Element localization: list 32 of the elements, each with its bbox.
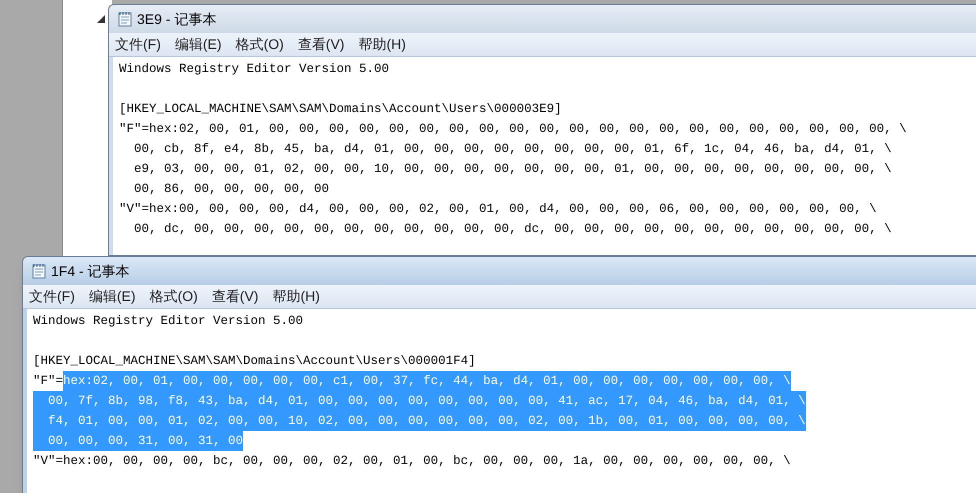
window-title: 1F4 - 记事本 <box>51 262 130 280</box>
selected-text: 00, 7f, 8b, 98, f8, 43, ba, d4, 01, 00, 00, 00, 00, 00, 00, 00, 00, 41, ac, 17, 04, 46, ba, d4, 01, \ <box>33 391 806 411</box>
menu-item[interactable]: 查看(V) <box>212 286 258 307</box>
menu-item[interactable]: 编辑(E) <box>174 34 222 55</box>
text-line: "F"= <box>33 373 64 390</box>
text-line: [HKEY_LOCAL_MACHINE\SAM\SAM\Domains\Account\Users\000001F4] <box>33 353 476 370</box>
selected-text: hex:02, 00, 01, 00, 00, 00, 00, 00, c1, 00, 37, fc, 44, ba, d4, 01, 00, 00, 00, 00, 00, 00, 00, \ <box>63 371 791 391</box>
text-line: e9, 03, 00, 00, 01, 02, 00, 00, 10, 00, 00, 00, 00, 00, 00, 00, 01, 00, 00, 00, 00, 00, 00, 00, 00, \ <box>133 161 892 178</box>
menu-item[interactable]: 格式(O) <box>150 286 198 307</box>
text-line: 00, dc, 00, 00, 00, 00, 00, 00, 00, 00, 00, 00, 00, dc, 00, 00, 00, 00, 00, 00, 00, 00, 00, 00, 00, \ <box>133 221 892 238</box>
text-line: "V"=hex:00, 00, 00, 00, d4, 00, 00, 00, 02, 00, 01, 00, d4, 00, 00, 00, 06, 00, 00, 00, 00, 00, 00, \ <box>119 201 877 218</box>
menu-item[interactable]: 查看(V) <box>298 34 344 55</box>
text-line: 00, 86, 00, 00, 00, 00, 00 <box>133 181 330 198</box>
notepad-icon <box>117 11 133 27</box>
text-line: Windows Registry Editor Version 5.00 <box>33 313 304 330</box>
text-line: "F"=hex:02, 00, 01, 00, 00, 00, 00, 00, 00, 00, 00, 00, 00, 00, 00, 00, 00, 00, 00, 00, 00, 00, 00, 00, \ <box>119 121 907 138</box>
selected-text: f4, 01, 00, 00, 01, 02, 00, 00, 10, 02, 00, 00, 00, 00, 00, 00, 02, 00, 1b, 00, 01, 00, 00, 00, 00, \ <box>33 411 806 431</box>
menu-item[interactable]: 文件(F) <box>115 34 161 55</box>
collapse-arrow-icon[interactable] <box>97 15 105 23</box>
text-area[interactable] <box>113 57 976 255</box>
text-line: 00, cb, 8f, e4, 8b, 45, ba, d4, 01, 00, 00, 00, 00, 00, 00, 00, 00, 01, 6f, 1c, 04, 46, ba, d4, 01, \ <box>133 141 892 158</box>
text-line: [HKEY_LOCAL_MACHINE\SAM\SAM\Domains\Account\Users\000003E9] <box>119 101 562 118</box>
menu-item[interactable]: 帮助(H) <box>272 286 320 307</box>
notepad-icon <box>31 263 47 279</box>
menu-item[interactable]: 格式(O) <box>236 34 284 55</box>
menu-item[interactable]: 帮助(H) <box>358 34 406 55</box>
selected-text: 00, 00, 00, 31, 00, 31, 00 <box>33 431 244 451</box>
menu-item[interactable]: 编辑(E) <box>88 286 136 307</box>
text-line: "V"=hex:00, 00, 00, 00, bc, 00, 00, 00, 02, 00, 01, 00, bc, 00, 00, 00, 1a, 00, 00, 00, 00, 00, 00, \ <box>33 453 791 470</box>
window-title: 3E9 - 记事本 <box>137 10 216 28</box>
menu-item[interactable]: 文件(F) <box>29 286 75 307</box>
text-line: Windows Registry Editor Version 5.00 <box>119 61 390 78</box>
